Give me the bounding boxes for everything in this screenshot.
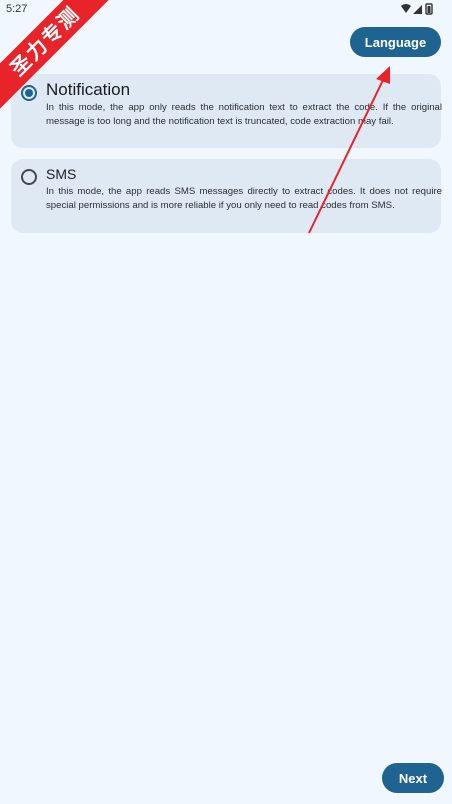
next-button[interactable]: Next (382, 763, 444, 793)
option-title-notification: Notification (46, 80, 131, 99)
radio-sms[interactable] (21, 169, 37, 185)
option-card-sms[interactable]: SMS In this mode, the app reads SMS mess… (11, 159, 442, 233)
radio-notification[interactable] (21, 85, 37, 101)
option-title-sms: SMS (46, 166, 77, 182)
status-time: 5:27 (6, 3, 28, 15)
option-description-sms: In this mode, the app reads SMS messages… (46, 186, 442, 211)
language-button[interactable]: Language (350, 27, 441, 57)
status-icons (401, 3, 433, 15)
status-bar: 5:27 (0, 0, 452, 18)
signal-icon (413, 5, 422, 14)
wifi-icon (401, 4, 411, 13)
option-description-notification: In this mode, the app only reads the not… (46, 102, 442, 127)
option-card-notification[interactable]: Notification In this mode, the app only … (11, 74, 442, 148)
